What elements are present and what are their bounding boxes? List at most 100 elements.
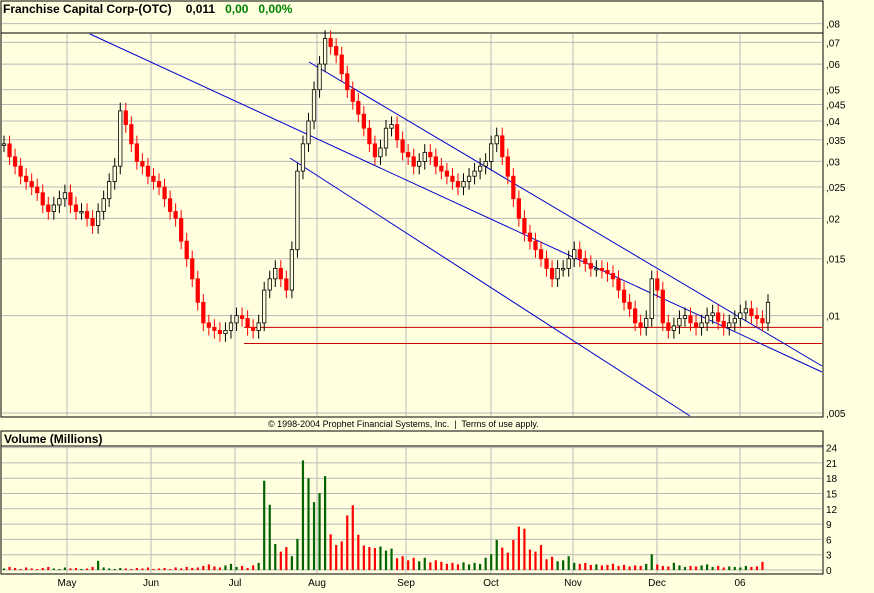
volume-bar	[191, 567, 194, 570]
volume-bar	[717, 565, 720, 570]
volume-bar	[340, 541, 343, 570]
volume-bar	[423, 557, 426, 570]
candle-body	[677, 318, 682, 327]
volume-y-tick-label: 24	[826, 444, 838, 455]
y-tick-label: ,08	[826, 20, 840, 31]
volume-bar	[25, 567, 28, 570]
volume-bar	[36, 568, 39, 570]
candle-body	[527, 232, 533, 242]
y-tick-label: ,05	[826, 86, 840, 97]
volume-bar	[556, 561, 559, 570]
candle-body	[267, 278, 272, 291]
candle-body	[428, 151, 433, 158]
copyright-notice: © 1998-2004 Prophet Financial Systems, I…	[268, 419, 539, 429]
candle-body	[300, 143, 306, 172]
candle-body	[616, 278, 621, 291]
candle-body	[682, 315, 688, 319]
volume-y-tick-label: 0	[826, 566, 832, 577]
candle-body	[633, 308, 638, 324]
volume-panel	[0, 430, 824, 575]
candle-body	[732, 318, 737, 324]
y-tick-label: ,06	[826, 60, 840, 71]
candle-body	[727, 322, 732, 328]
volume-bar	[512, 539, 515, 570]
volume-bar	[268, 504, 271, 570]
volume-bar	[528, 549, 532, 570]
volume-y-tick-label: 15	[826, 490, 838, 501]
y-tick-label: ,01	[826, 312, 840, 323]
volume-bar	[351, 505, 354, 570]
candle-body	[306, 120, 311, 145]
candle-body	[140, 161, 145, 167]
volume-bar	[252, 565, 255, 570]
candle-body	[688, 315, 693, 324]
volume-bar	[19, 568, 22, 570]
volume-bar	[80, 568, 83, 570]
candle-body	[671, 325, 677, 331]
candle-body	[516, 198, 521, 219]
volume-bar	[213, 566, 216, 570]
candle-body	[134, 143, 139, 162]
volume-bar	[307, 478, 310, 570]
candle-body	[400, 139, 405, 153]
candle-body	[466, 175, 472, 182]
candle-body	[46, 204, 51, 212]
x-tick-label: Oct	[483, 578, 499, 589]
volume-bar	[728, 566, 731, 570]
candle-body	[317, 63, 322, 91]
volume-bar	[622, 564, 626, 570]
volume-y-tick-label: 6	[826, 535, 832, 546]
volume-bar	[523, 528, 526, 570]
volume-bar	[207, 564, 210, 570]
volume-bar	[124, 568, 127, 570]
volume-bar	[550, 556, 554, 570]
volume-bar	[368, 547, 371, 570]
volume-bar	[634, 565, 637, 570]
candle-body	[511, 175, 516, 200]
volume-bar	[335, 545, 338, 570]
volume-bar	[672, 562, 675, 570]
volume-bar	[113, 568, 116, 570]
candle-body	[489, 143, 494, 162]
candle-body	[444, 170, 450, 177]
volume-bar	[8, 566, 11, 570]
candle-body	[228, 322, 234, 331]
volume-bar	[240, 565, 244, 570]
volume-bar	[611, 563, 615, 570]
volume-y-tick-label: 18	[826, 474, 838, 485]
y-tick-label: ,005	[826, 409, 846, 420]
volume-bar	[97, 560, 100, 570]
candle-body	[151, 175, 156, 182]
x-tick-label: Dec	[648, 578, 666, 589]
volume-bar	[218, 567, 222, 570]
candle-body	[422, 151, 427, 162]
candle-body	[738, 312, 743, 319]
candle-body	[721, 321, 726, 328]
volume-bar	[539, 545, 543, 570]
candle-body	[95, 211, 101, 226]
candle-body	[24, 175, 29, 182]
volume-bar	[661, 565, 664, 570]
candle-body	[256, 322, 261, 331]
volume-bar	[152, 568, 155, 570]
volume-bar	[479, 563, 482, 570]
volume-bar	[617, 565, 620, 570]
volume-bar	[202, 565, 205, 570]
volume-bar	[584, 562, 587, 570]
volume-bar	[645, 563, 648, 570]
volume-bar	[589, 564, 592, 570]
candle-body	[411, 156, 416, 167]
candle-body	[583, 258, 588, 264]
candle-body	[594, 268, 599, 271]
candle-body	[544, 258, 549, 269]
volume-bar	[506, 552, 509, 570]
volume-bar	[429, 562, 432, 570]
y-tick-label: ,04	[826, 117, 840, 128]
volume-bar	[711, 566, 714, 570]
y-tick-label: ,025	[826, 183, 846, 194]
volume-bar	[346, 515, 349, 570]
candle-body	[184, 240, 189, 260]
volume-bar	[750, 566, 753, 570]
volume-bar	[235, 566, 238, 570]
candle-body	[477, 165, 483, 172]
